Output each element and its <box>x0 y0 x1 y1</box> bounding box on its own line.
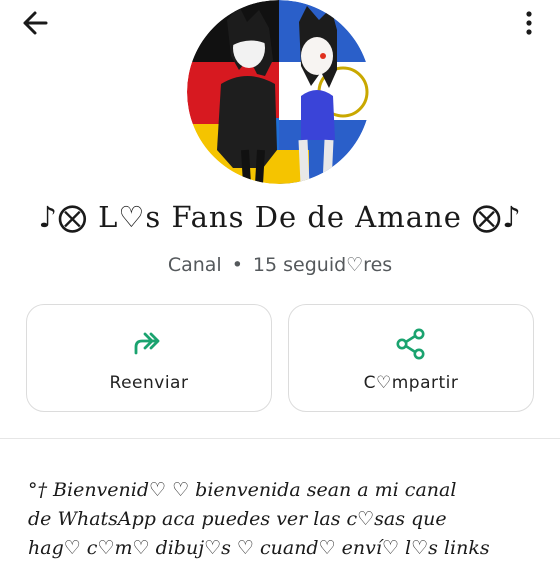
more-vertical-icon <box>526 11 532 35</box>
share-label: C♡mpartir <box>363 373 459 393</box>
double-forward-arrow-icon <box>134 332 160 355</box>
follower-count[interactable]: 15 seguid♡res <box>253 254 392 276</box>
channel-avatar-image <box>187 0 371 184</box>
forward-button[interactable]: Reenviar <box>26 304 272 412</box>
forward-label: Reenviar <box>109 373 189 393</box>
channel-name: ♪⨂ L♡s Fans De de Amane ⨂♪ <box>38 200 522 234</box>
section-divider <box>0 438 560 439</box>
share-icon <box>396 328 425 360</box>
more-options-button[interactable] <box>522 6 542 40</box>
channel-type: Canal <box>167 254 222 276</box>
share-button[interactable]: C♡mpartir <box>288 304 534 412</box>
channel-avatar[interactable] <box>187 0 371 184</box>
meta-separator: • <box>231 254 243 276</box>
back-button[interactable] <box>18 6 58 40</box>
channel-description: °† Bienvenid♡ ♡ bienvenida sean a mi can… <box>28 479 490 559</box>
arrow-left-icon <box>23 11 48 35</box>
channel-meta: Canal • 15 seguid♡res <box>0 254 560 276</box>
